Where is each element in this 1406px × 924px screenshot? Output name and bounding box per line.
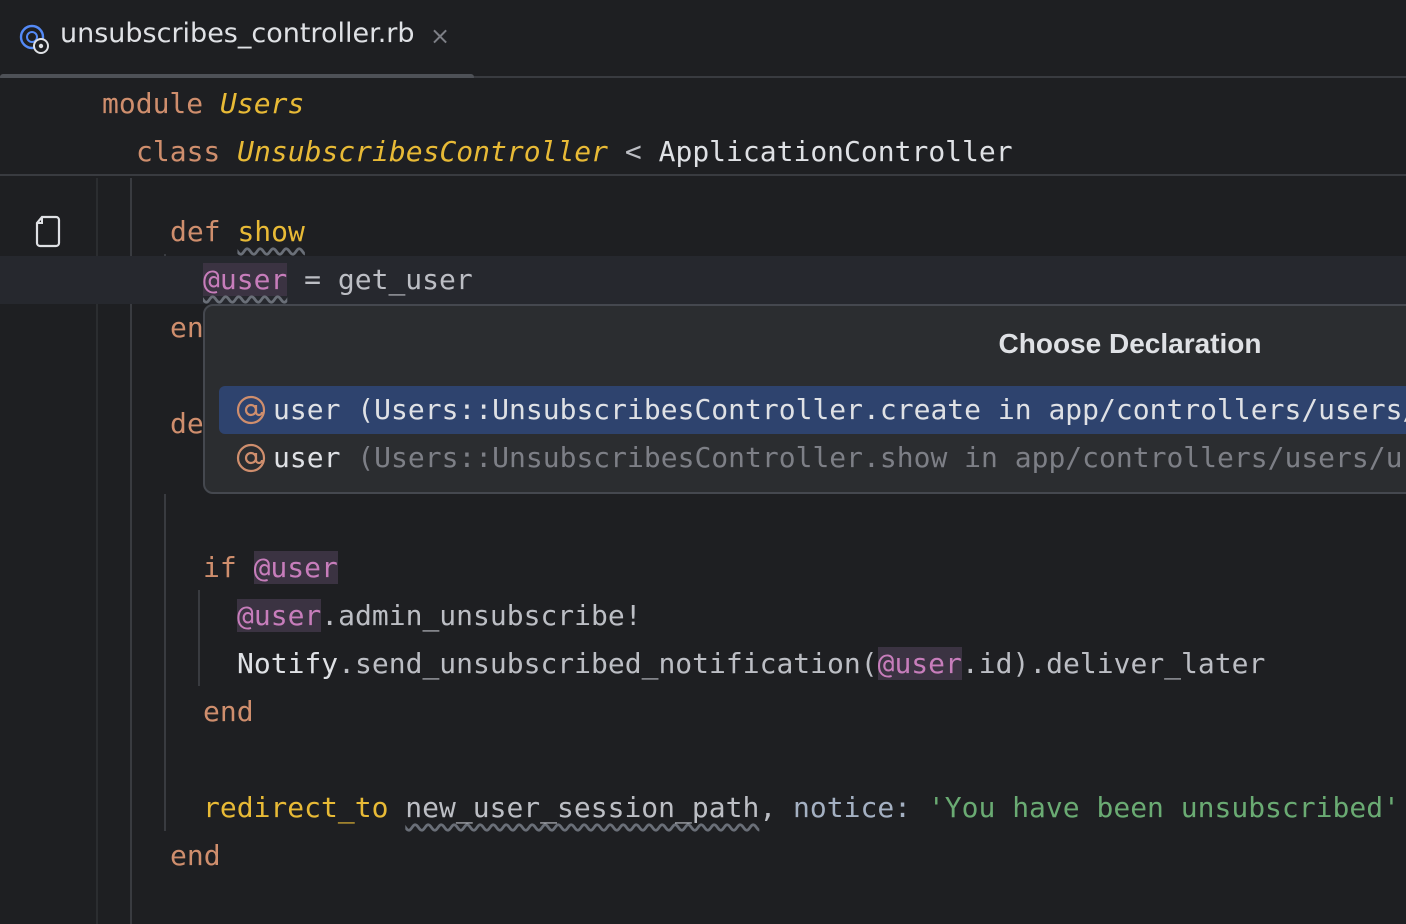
code-line-end-def[interactable]: end [170, 832, 221, 880]
declaration-location: (Users::UnsubscribesController.show in a… [357, 441, 1406, 474]
code-line-def-show[interactable]: def show [170, 208, 305, 256]
keyword: module [102, 87, 204, 120]
keyword: de [170, 407, 204, 440]
keyword: end [170, 839, 221, 872]
instance-variable[interactable]: @user [203, 263, 288, 296]
code-line-redirect[interactable]: redirect_to new_user_session_path, notic… [203, 784, 1400, 832]
declaration-item-create[interactable]: user (Users::UnsubscribesController.crea… [219, 386, 1406, 434]
sticky-scope-header[interactable]: module Users class UnsubscribesControlle… [0, 78, 1406, 176]
method-call: get_user [337, 263, 473, 296]
popup-title: Choose Declaration [998, 328, 1262, 359]
route-helper: new_user_session_path [405, 791, 760, 824]
declaration-name: user [273, 441, 341, 474]
operator: < [624, 135, 642, 168]
instance-variable[interactable]: @user [237, 599, 322, 632]
parent-class-name: ApplicationController [658, 135, 1013, 168]
method-call: .admin_unsubscribe! [321, 599, 642, 632]
method-call: .send_unsubscribed_notification( [338, 647, 878, 680]
keyword: def [170, 215, 221, 248]
code-line-end-if[interactable]: end [203, 688, 254, 736]
keyword: if [203, 551, 237, 584]
instance-variable-icon [236, 443, 266, 473]
operator: = [304, 263, 322, 296]
indent-guide [198, 590, 200, 686]
declaration-name: user [273, 393, 341, 426]
declaration-item-show[interactable]: user (Users::UnsubscribesController.show… [219, 434, 1406, 482]
class-name: UnsubscribesController [237, 135, 609, 168]
choose-declaration-popup[interactable]: Choose Declaration user (Users::Unsubscr… [203, 304, 1406, 494]
code-editor[interactable]: module Users class UnsubscribesControlle… [0, 78, 1406, 924]
declaration-item-text: user (Users::UnsubscribesController.show… [273, 434, 1406, 482]
code-line-admin-unsubscribe[interactable]: @user.admin_unsubscribe! [237, 592, 642, 640]
code-line-def[interactable]: de [170, 400, 204, 448]
file-tab[interactable]: unsubscribes_controller.rb × [0, 0, 474, 80]
constant: Notify [237, 647, 339, 680]
editor-tab-bar: unsubscribes_controller.rb × [0, 0, 1406, 80]
method-call: redirect_to [203, 791, 389, 824]
indent-guide [164, 494, 166, 831]
file-document-icon[interactable] [34, 214, 62, 248]
declaration-location: (Users::UnsubscribesController.create in… [357, 393, 1406, 426]
punctuation: , [759, 791, 777, 824]
code-line-end[interactable]: en [170, 304, 204, 352]
method-call: .id).deliver_later [961, 647, 1266, 680]
string-literal: 'You have been unsubscribed' [927, 791, 1400, 824]
declaration-item-text: user (Users::UnsubscribesController.crea… [273, 386, 1406, 434]
instance-variable[interactable]: @user [253, 551, 338, 584]
code-line-assign[interactable]: @user = get_user [203, 256, 473, 304]
close-icon[interactable]: × [430, 22, 450, 50]
hash-key: notice: [793, 791, 912, 824]
code-line-if[interactable]: if @user [203, 544, 338, 592]
keyword: end [203, 695, 254, 728]
sticky-class-line[interactable]: class UnsubscribesController < Applicati… [136, 128, 1013, 176]
keyword: en [170, 311, 204, 344]
code-line-notify[interactable]: Notify.send_unsubscribed_notification(@u… [237, 640, 1265, 688]
method-name: show [237, 215, 305, 248]
module-name: Users [220, 87, 305, 120]
instance-variable-icon [236, 395, 266, 425]
keyword: class [136, 135, 221, 168]
instance-variable[interactable]: @user [877, 647, 962, 680]
ruby-controller-file-icon [19, 24, 49, 54]
tab-title: unsubscribes_controller.rb [60, 18, 415, 49]
sticky-module-line[interactable]: module Users [102, 80, 304, 128]
